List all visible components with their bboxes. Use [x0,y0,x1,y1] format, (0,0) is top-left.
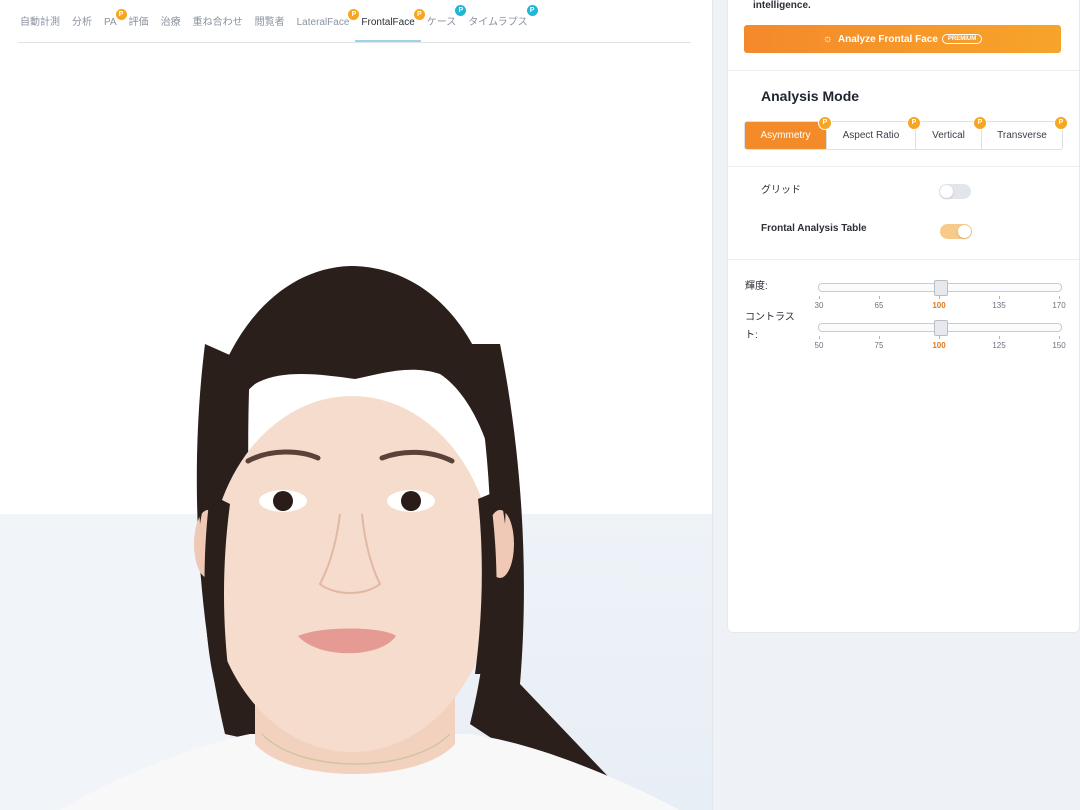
brightness-tick-label: 135 [992,301,1006,310]
frontal-face-control-panel: intelligence. ☼ Analyze Frontal Face PRE… [727,0,1080,633]
analysis-mode-title: Analysis Mode [761,88,860,104]
contrast-tick-label: 75 [874,341,884,350]
tab-superimpose[interactable]: 重ね合わせ [187,13,249,42]
mode-asymmetry-button[interactable]: Asymmetry P [745,116,832,149]
mode-vertical-button[interactable]: Vertical P [916,116,987,149]
tab-label: 重ね合わせ [192,17,243,28]
brightness-slider-thumb[interactable] [934,280,948,296]
face-illustration [60,266,680,810]
tab-case[interactable]: ケース P [421,5,467,42]
tab-evaluation[interactable]: 評価 [123,13,155,42]
tab-label: 閲覧者 [254,17,285,28]
frontal-analysis-table-label: Frontal Analysis Table [761,223,867,234]
brightness-tick-label: 30 [814,301,824,310]
tick-mark [819,336,820,339]
tick-mark [879,336,880,339]
section-divider [728,70,1079,71]
tab-label: 分析 [72,17,92,28]
analyze-button-label: Analyze Frontal Face [837,33,938,45]
tab-label: ケース [426,17,457,28]
tick-mark [939,336,940,339]
frontal-face-photo[interactable] [0,44,712,810]
analyze-frontal-face-button[interactable]: ☼ Analyze Frontal Face PREMIUM [744,25,1061,53]
tab-timelapse[interactable]: タイムラプス P [462,5,538,42]
tick-mark [999,296,1000,299]
tab-label: 評価 [128,17,149,28]
contrast-slider[interactable] [818,320,1062,336]
grid-toggle[interactable] [939,184,971,199]
premium-badge: PREMIUM [941,34,983,44]
tab-label: タイムラプス [468,17,528,28]
tab-label: PA [104,17,117,28]
tick-mark [879,296,880,299]
mode-label: Asymmetry [760,130,811,141]
tab-label: 治療 [160,17,181,28]
tick-mark [1059,336,1060,339]
intro-text: intelligence. [753,0,811,11]
contrast-tick-label: 50 [814,341,824,350]
tab-auto-measure[interactable]: 自動計測 [18,13,66,42]
premium-p-badge: P [907,116,921,130]
ai-sparkle-icon: ☼ [822,33,833,45]
tab-treatment[interactable]: 治療 [155,13,187,42]
tab-analysis[interactable]: 分析 [66,13,98,42]
grid-toggle-label: グリッド [761,185,801,196]
contrast-label-line1: コントラス [745,312,795,323]
brightness-label: 輝度: [745,281,768,292]
image-viewer-panel: 自動計測 分析 PA P 評価 治療 重ね合わせ 閲覧者 LateralFace P… [0,0,713,810]
mode-aspect-ratio-button[interactable]: Aspect Ratio P [827,116,921,149]
tab-label: 自動計測 [20,17,60,28]
analysis-mode-segmented-control: Asymmetry P Aspect Ratio P Vertical P Tr… [744,116,1068,150]
contrast-slider-thumb[interactable] [934,320,948,336]
contrast-tick-label: 125 [992,341,1006,350]
premium-p-badge: P [818,116,832,130]
mode-transverse-button[interactable]: Transverse P [982,116,1068,149]
contrast-tick-label-current: 100 [932,341,946,350]
premium-p-badge: P [1054,116,1068,130]
tab-label: LateralFace [296,17,350,28]
mode-label: Aspect Ratio [842,130,900,141]
premium-p-badge: P [973,116,987,130]
section-divider [728,259,1079,260]
toggle-knob [958,225,971,238]
mode-label: Vertical [932,130,965,141]
frontal-analysis-table-toggle[interactable] [940,224,972,239]
premium-p-badge: P [526,5,538,16]
brightness-tick-label-current: 100 [932,301,946,310]
brightness-tick-label: 65 [874,301,884,310]
contrast-tick-label: 150 [1052,341,1066,350]
analysis-tab-bar: 自動計測 分析 PA P 評価 治療 重ね合わせ 閲覧者 LateralFace P… [18,0,691,43]
tick-mark [939,296,940,299]
contrast-label: コントラス ト: [745,309,795,345]
contrast-label-line2: ト: [745,330,758,341]
brightness-tick-label: 170 [1052,301,1066,310]
mode-label: Transverse [997,130,1047,141]
brightness-slider[interactable] [818,280,1062,296]
tick-mark [819,296,820,299]
tick-mark [1059,296,1060,299]
tick-mark [999,336,1000,339]
tab-frontal-face[interactable]: FrontalFace P [355,9,425,42]
tab-viewer[interactable]: 閲覧者 [249,13,291,42]
tab-label: FrontalFace [361,17,415,28]
section-divider [728,166,1079,167]
toggle-knob [940,185,953,198]
tab-lateral-face[interactable]: LateralFace P [291,9,360,42]
tab-pa[interactable]: PA P [98,9,127,42]
